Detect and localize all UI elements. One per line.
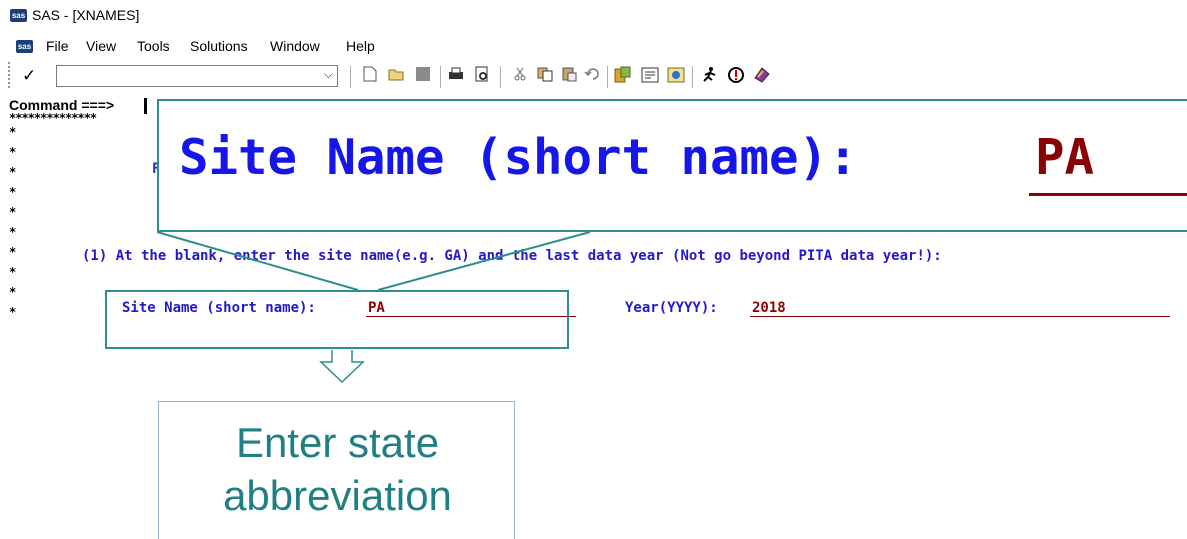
note-line-2: abbreviation: [223, 472, 452, 519]
zoom-site-name-value: PA: [1035, 129, 1095, 186]
down-arrow-icon: [319, 350, 365, 384]
zoom-callout: Site Name (short name): PA: [157, 99, 1187, 232]
instruction-note: Enter state abbreviation: [158, 401, 515, 539]
note-line-1: Enter state: [235, 419, 440, 466]
zoom-site-name-label: Site Name (short name):: [179, 129, 858, 186]
zoom-underline: [1029, 193, 1187, 196]
site-name-highlight: [105, 290, 569, 349]
